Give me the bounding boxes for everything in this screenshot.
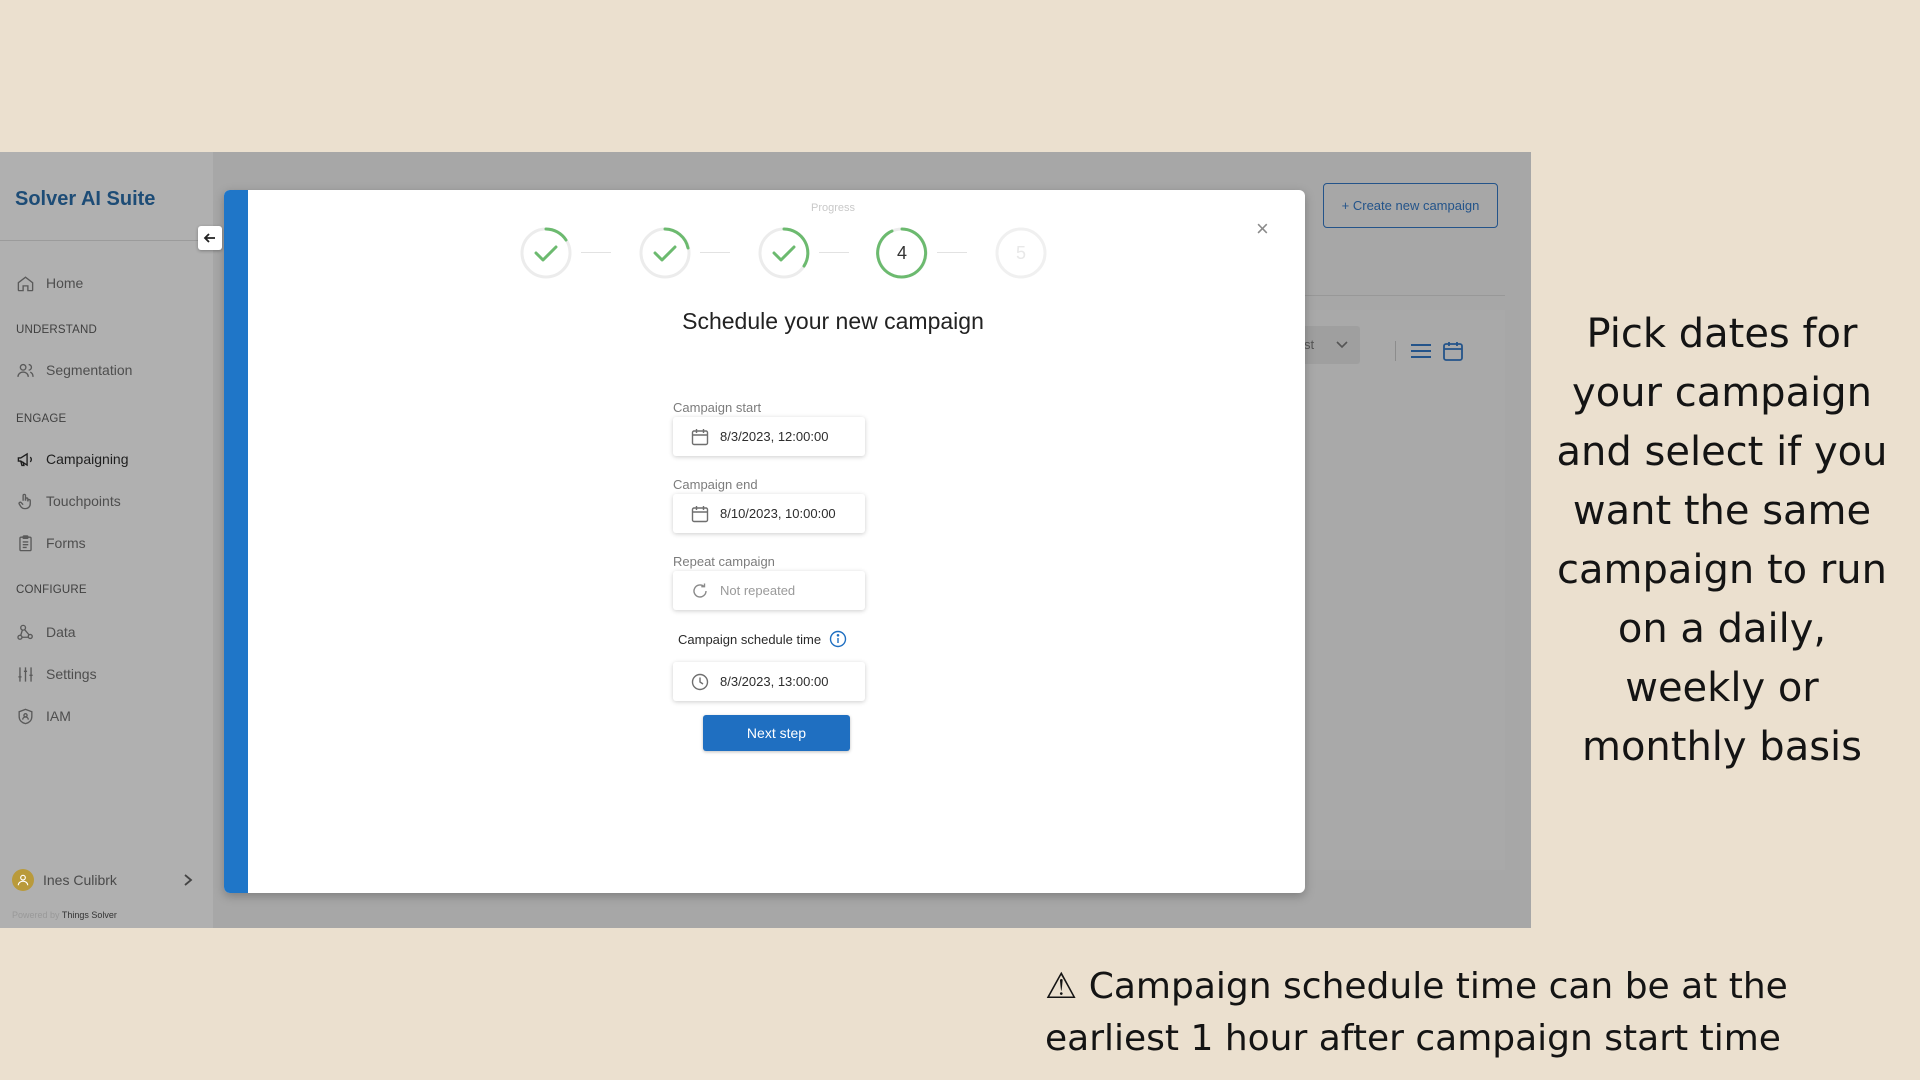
home-icon — [17, 275, 34, 291]
sidebar-item-touchpoints[interactable]: Touchpoints — [16, 490, 121, 512]
step-connector — [819, 252, 849, 253]
background-panel — [1305, 310, 1505, 870]
close-icon[interactable]: × — [1256, 218, 1269, 240]
progress-step-2 — [638, 226, 692, 280]
users-icon — [17, 363, 34, 377]
sidebar-item-label: Forms — [46, 535, 86, 551]
create-campaign-button[interactable]: + Create new campaign — [1323, 183, 1498, 228]
sidebar-item-label: Data — [46, 624, 76, 640]
user-name: Ines Culibrk — [43, 872, 117, 888]
megaphone-icon — [17, 452, 32, 466]
nav-section-configure: CONFIGURE — [16, 584, 87, 596]
clipboard-icon — [19, 534, 32, 551]
sidebar-item-iam[interactable]: IAM — [16, 705, 71, 727]
avatar — [12, 869, 34, 891]
campaign-start-value: 8/3/2023, 12:00:00 — [720, 429, 829, 444]
campaign-end-value: 8/10/2023, 10:00:00 — [720, 506, 836, 521]
schedule-time-value: 8/3/2023, 13:00:00 — [720, 674, 829, 689]
sidebar-item-label: Settings — [46, 666, 97, 682]
calendar-icon — [691, 505, 709, 522]
view-toggle — [1395, 340, 1464, 362]
arrow-left-icon — [203, 233, 215, 243]
chevron-right-icon[interactable] — [182, 873, 194, 887]
sidebar-item-label: Segmentation — [46, 362, 133, 378]
schedule-time-label: Campaign schedule time — [678, 630, 847, 648]
sidebar-item-segmentation[interactable]: Segmentation — [16, 359, 132, 381]
repeat-campaign-select[interactable]: Not repeated — [673, 571, 865, 610]
sliders-icon — [18, 666, 33, 682]
sidebar-item-label: IAM — [46, 708, 71, 724]
powered-by: Powered by Things Solver — [12, 910, 117, 920]
calendar-icon — [691, 428, 709, 445]
shield-icon — [18, 708, 33, 724]
nav-section-engage: ENGAGE — [16, 413, 67, 425]
schedule-campaign-modal: Progress 4 5 × Schedule your new campaig… — [224, 190, 1305, 893]
progress-step-3 — [757, 226, 811, 280]
nav-section-understand: UNDERSTAND — [16, 324, 98, 336]
campaign-end-label: Campaign end — [673, 477, 758, 492]
step-connector — [937, 252, 967, 253]
modal-accent-stripe — [224, 190, 248, 893]
side-annotation: Pick dates for your campaign and select … — [1556, 311, 1888, 770]
step-number: 4 — [896, 242, 907, 263]
warning-annotation: ⚠ Campaign schedule time can be at the e… — [1045, 961, 1905, 1065]
sidebar-item-label: Campaigning — [46, 451, 129, 467]
sidebar-item-label: Touchpoints — [46, 493, 121, 509]
brand-title: Solver AI Suite — [15, 188, 156, 210]
sidebar: Solver AI Suite Home UNDERSTAND Segmenta… — [0, 152, 213, 928]
step-connector — [700, 252, 730, 253]
sidebar-item-home[interactable]: Home — [16, 272, 83, 294]
step-number: 5 — [1015, 242, 1026, 263]
info-icon[interactable] — [829, 630, 847, 648]
schedule-time-field[interactable]: 8/3/2023, 13:00:00 — [673, 662, 865, 701]
sidebar-item-forms[interactable]: Forms — [16, 532, 86, 554]
modal-title: Schedule your new campaign — [682, 308, 984, 334]
divider — [0, 240, 213, 241]
list-icon[interactable] — [1410, 342, 1432, 360]
data-icon — [17, 624, 33, 640]
warning-icon: ⚠ — [1045, 966, 1078, 1007]
user-menu[interactable]: Ines Culibrk — [12, 869, 117, 891]
powered-by-company[interactable]: Things Solver — [62, 910, 117, 920]
repeat-campaign-label: Repeat campaign — [673, 554, 775, 569]
refresh-icon — [693, 583, 707, 598]
campaign-start-field[interactable]: 8/3/2023, 12:00:00 — [673, 417, 865, 456]
campaign-start-label: Campaign start — [673, 400, 762, 415]
check-icon — [653, 245, 677, 262]
collapse-sidebar-button[interactable] — [198, 226, 222, 250]
check-icon — [534, 245, 558, 262]
progress-step-1 — [519, 226, 573, 280]
progress-step-4: 4 — [875, 226, 929, 280]
clock-icon — [691, 673, 709, 690]
divider — [1305, 295, 1505, 296]
app-screenshot: Solver AI Suite Home UNDERSTAND Segmenta… — [0, 152, 1531, 928]
campaign-end-field[interactable]: 8/10/2023, 10:00:00 — [673, 494, 865, 533]
sidebar-item-campaigning[interactable]: Campaigning — [16, 448, 129, 470]
progress-label: Progress — [810, 202, 856, 214]
hand-icon — [18, 493, 31, 509]
calendar-icon[interactable] — [1442, 340, 1464, 362]
sidebar-item-settings[interactable]: Settings — [16, 663, 97, 685]
warning-text: Campaign schedule time can be at the ear… — [1045, 966, 1788, 1059]
progress-step-5: 5 — [994, 226, 1048, 280]
check-icon — [772, 245, 796, 262]
sidebar-item-label: Home — [46, 275, 84, 291]
divider — [1395, 341, 1396, 361]
next-step-button[interactable]: Next step — [703, 715, 850, 751]
step-connector — [581, 252, 611, 253]
repeat-campaign-placeholder: Not repeated — [720, 583, 796, 598]
chevron-down-icon — [1336, 341, 1348, 349]
sidebar-item-data[interactable]: Data — [16, 621, 76, 643]
